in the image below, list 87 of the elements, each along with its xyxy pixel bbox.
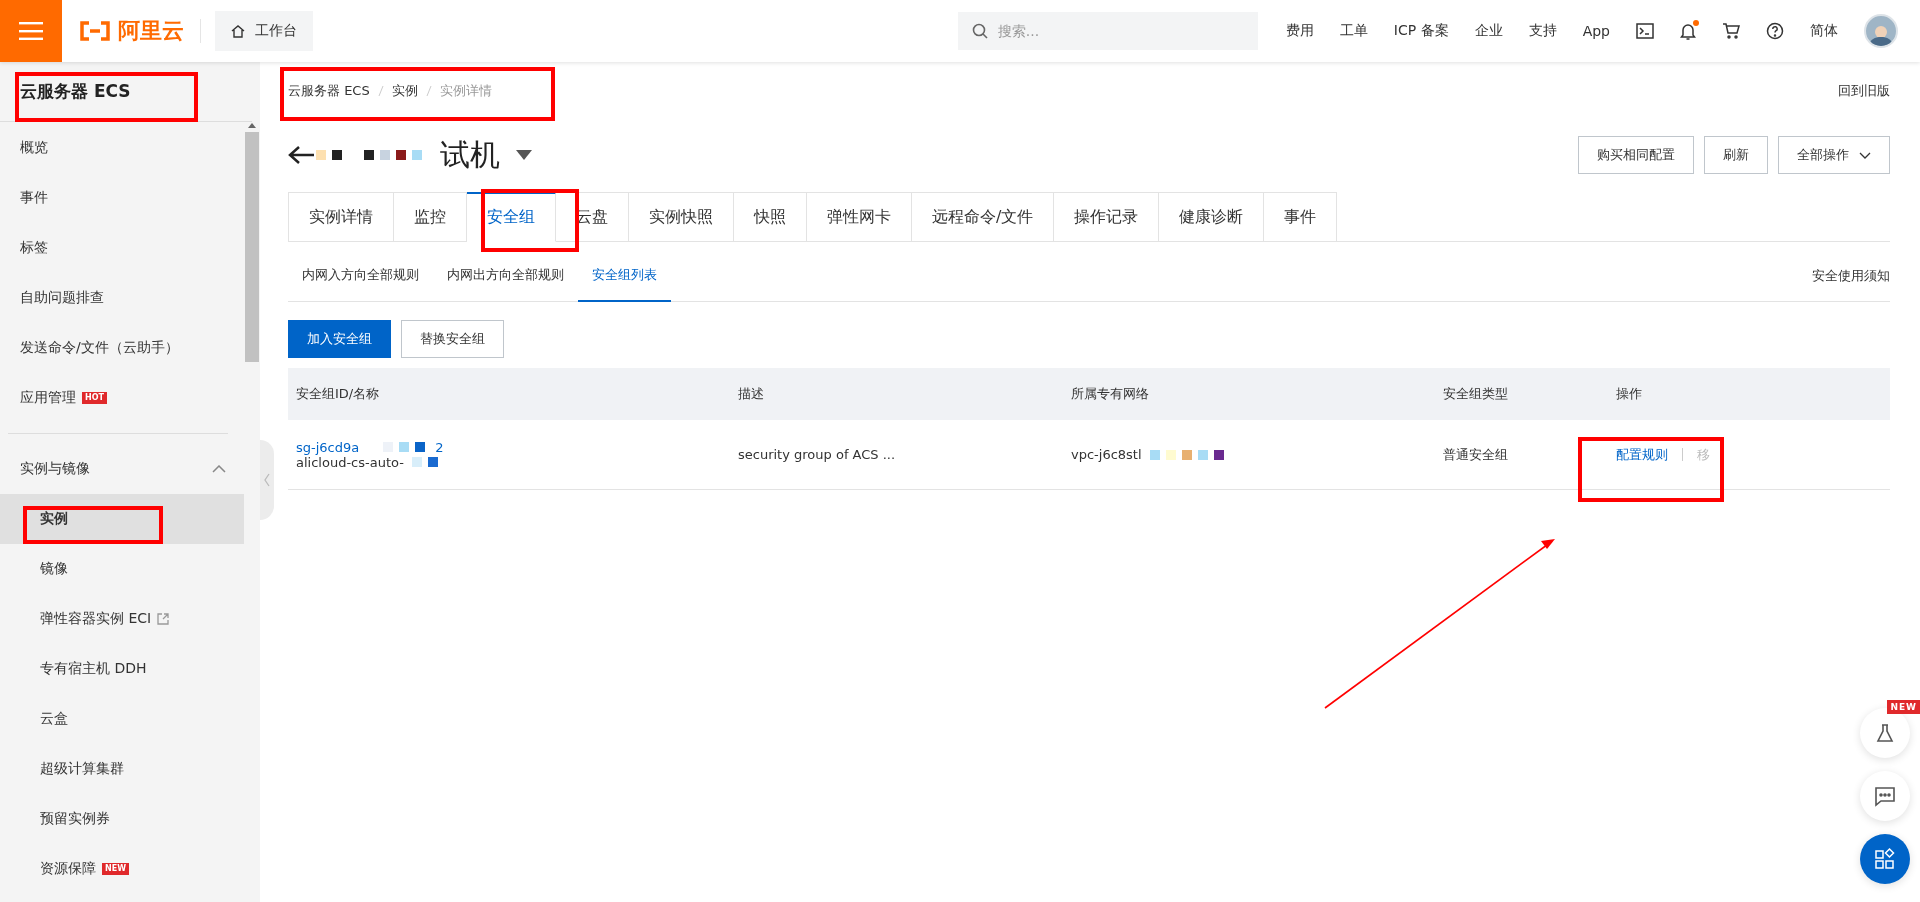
terminal-icon[interactable]	[1636, 23, 1654, 39]
avatar[interactable]	[1864, 14, 1898, 48]
top-link[interactable]: 工单	[1339, 22, 1368, 40]
hot-badge: HOT	[82, 392, 107, 404]
chat-icon	[1873, 785, 1897, 807]
sidebar-item[interactable]: 自助问题排查	[0, 273, 244, 323]
row-action-link[interactable]: 配置规则	[1616, 445, 1668, 464]
help-icon[interactable]	[1766, 22, 1784, 40]
breadcrumb-link[interactable]: 实例	[391, 82, 418, 100]
action-button[interactable]: 刷新	[1704, 136, 1768, 174]
home-icon	[231, 24, 245, 38]
breadcrumb-link[interactable]: 云服务器 ECS	[288, 82, 370, 100]
column-header: 安全组类型	[1435, 368, 1608, 420]
sidebar-item[interactable]: 事件	[0, 173, 244, 223]
sidebar-item[interactable]: 资源保障 NEW	[0, 844, 244, 894]
table-cell-text: security group of ACS ...	[738, 447, 897, 462]
breadcrumb-separator	[425, 85, 432, 97]
replace-button[interactable]: 替换安全组	[401, 320, 504, 358]
workbench-button[interactable]: 工作台	[215, 11, 313, 51]
chevron-icon	[212, 465, 226, 473]
collapse-handle[interactable]	[260, 440, 274, 520]
sidebar-item[interactable]: 发送命令/文件（云助手）	[0, 323, 244, 373]
group-name: alicloud-cs-auto-	[296, 454, 404, 470]
apps-icon	[1873, 847, 1897, 871]
scroll-up-icon[interactable]	[248, 122, 256, 128]
float-button[interactable]	[1860, 834, 1910, 884]
back-arrow-icon[interactable]	[288, 145, 314, 165]
top-link[interactable]: ICP 备案	[1393, 22, 1449, 40]
subtab[interactable]: 内网入方向全部规则	[288, 250, 433, 302]
column-header: 操作	[1608, 368, 1890, 420]
table-cell-text: 普通安全组	[1443, 445, 1509, 464]
top-link[interactable]: 支持	[1528, 22, 1557, 40]
sidebar-item[interactable]: 超级计算集群	[0, 744, 244, 794]
tab[interactable]: 远程命令/文件	[912, 192, 1055, 242]
sidebar-item[interactable]: 概览	[0, 123, 244, 173]
column-header: 安全组ID/名称	[288, 368, 730, 420]
new-badge: NEW	[1887, 700, 1920, 714]
menu-icon	[19, 22, 43, 40]
float-button[interactable]	[1860, 708, 1910, 758]
float-button[interactable]	[1860, 771, 1910, 821]
chevron-left-icon	[264, 473, 270, 487]
brand-name: 阿里云	[118, 17, 184, 45]
tab[interactable]: 实例快照	[629, 192, 734, 242]
sidebar-item[interactable]: 镜像	[0, 544, 244, 594]
sidebar-section[interactable]: 实例与镜像	[0, 444, 244, 494]
action-button[interactable]: 全部操作	[1778, 136, 1890, 174]
new-badge: NEW	[102, 863, 129, 875]
group-id-link[interactable]: 2	[435, 439, 444, 455]
sidebar-item[interactable]: 应用管理 HOT	[0, 373, 244, 423]
column-header: 所属专有网络	[1063, 368, 1435, 420]
group-id-link[interactable]: sg-j6cd9a	[296, 439, 360, 455]
join-button[interactable]: 加入安全组	[288, 320, 391, 358]
sidebar-item[interactable]: 云盒	[0, 694, 244, 744]
notice-link[interactable]: 安全使用须知	[1812, 266, 1890, 285]
sidebar-item[interactable]: 标签	[0, 223, 244, 273]
logo-icon	[78, 21, 112, 41]
top-link[interactable]: 企业	[1474, 22, 1503, 40]
action-button[interactable]: 购买相同配置	[1578, 136, 1694, 174]
tab[interactable]: 事件	[1264, 192, 1338, 242]
search-icon	[971, 23, 988, 39]
sidebar-item[interactable]: 预留实例券	[0, 794, 244, 844]
caret-icon[interactable]	[516, 150, 532, 160]
subtab[interactable]: 内网出方向全部规则	[433, 250, 578, 302]
tab[interactable]: 健康诊断	[1159, 192, 1265, 242]
caret-icon	[1859, 151, 1871, 159]
sidebar-item[interactable]: 弹性容器实例 ECI	[0, 594, 244, 644]
table-cell: vpc-j6c8stl	[1071, 447, 1142, 462]
top-link[interactable]: App	[1582, 23, 1610, 39]
search-field[interactable]: 搜索...	[957, 12, 1258, 50]
breadcrumb-separator	[377, 85, 384, 97]
tab[interactable]: 操作记录	[1054, 192, 1160, 242]
top-link[interactable]: 费用	[1285, 22, 1314, 40]
subtab[interactable]: 安全组列表	[578, 250, 671, 302]
tab[interactable]: 实例详情	[288, 192, 394, 242]
old-version-link[interactable]: 回到旧版	[1838, 82, 1890, 100]
tab[interactable]: 快照	[734, 192, 807, 242]
instance-title: 试机	[440, 135, 500, 174]
flask-icon	[1874, 722, 1896, 744]
sidebar-item[interactable]: 专有宿主机 DDH	[0, 644, 244, 694]
language-link[interactable]: 简体	[1810, 22, 1838, 40]
bell-icon[interactable]	[1680, 22, 1696, 40]
menu-button[interactable]	[0, 0, 62, 62]
column-header: 描述	[730, 368, 1063, 420]
cart-icon[interactable]	[1722, 23, 1740, 39]
tab[interactable]: 弹性网卡	[807, 192, 912, 242]
tab[interactable]: 监控	[394, 192, 467, 242]
tab[interactable]: 安全组	[467, 192, 556, 242]
